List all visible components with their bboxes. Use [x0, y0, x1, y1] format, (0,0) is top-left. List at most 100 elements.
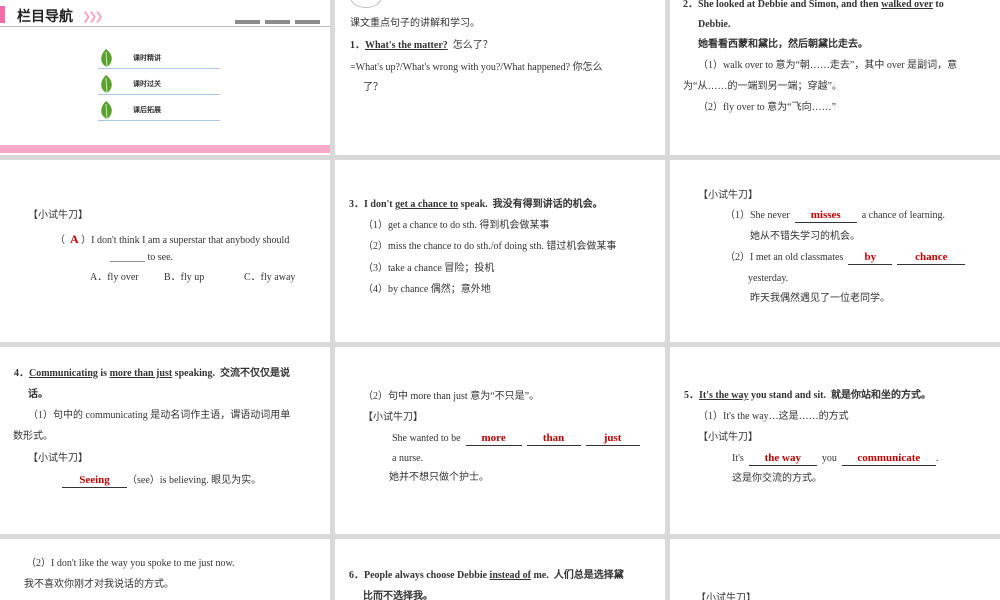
nav-item-lesson[interactable]: 课时精讲 [98, 48, 220, 69]
explanation-line: 为“从……的一端到另一端；穿越”。 [683, 81, 842, 92]
question-blank: _______ [110, 252, 145, 263]
explanation-line: （1）句中的 communicating 是动名词作主语，谓语动词用单 [28, 410, 291, 421]
heading-text: is [100, 368, 108, 379]
slide-sentence-1: 课文重点句子的讲解和学习。 1．What's the matter? 怎么了？ … [335, 0, 665, 155]
question-text: （1）She never [725, 210, 790, 221]
nav-gray-bar [265, 20, 290, 24]
circle-decoration [350, 0, 382, 8]
heading-phrase: It's the way [699, 390, 749, 401]
question-text: It's [732, 453, 744, 464]
heading-phrase: more than just [109, 368, 173, 379]
heading-translation-cont: 比而不选择我。 [363, 591, 433, 600]
answer-blank: chance [897, 251, 966, 265]
practice-label: 【小试牛刀】 [698, 190, 758, 201]
nav-arrows-icon: ❯❯❯ [82, 10, 104, 23]
question-text: a chance of learning. [861, 210, 946, 221]
heading-text: you stand and sit. [750, 390, 826, 401]
question-line: It's the way you communicate. [732, 451, 938, 467]
sentence-heading: 5．It's the way you stand and sit. 就是你站和坐… [684, 388, 931, 404]
explanation-line: （1）It's the way…这是……的方式 [698, 411, 849, 422]
slide-sentence-5-cont: （2）I don't like the way you spoke to me … [0, 539, 330, 600]
heading-text: me. [533, 570, 549, 581]
explanation-line: （1）walk over to 意为“朝……走去”，其中 over 是副词，意 [698, 60, 958, 71]
question-translation: 她从不错失学习的机会。 [750, 231, 860, 242]
question-line: （1）She never misses a chance of learning… [725, 208, 945, 224]
heading-text: She looked at Debbie and Simon, and then [698, 0, 879, 10]
usage-item: （2）miss the chance to do sth./of doing s… [363, 241, 617, 252]
question-translation: 这是你交流的方式。 [732, 473, 822, 484]
slide-practice-2: 【小试牛刀】 （1）She never misses a chance of l… [670, 160, 1000, 342]
practice-label: 【小试牛刀】 [28, 210, 88, 221]
practice-label: 【小试牛刀】 [363, 412, 423, 423]
explanation-line: （2）fly over to 意为“飞向……” [698, 102, 837, 113]
heading-text: to [935, 0, 944, 10]
heading-phrase: instead of [489, 570, 531, 581]
nav-item-label: 课后拓展 [133, 106, 161, 114]
heading-translation-cont: 话。 [28, 389, 48, 400]
answer-blank: just [585, 432, 640, 446]
slide-sentence-5: 5．It's the way you stand and sit. 就是你站和坐… [670, 347, 1000, 534]
heading-number: 5． [684, 390, 699, 401]
heading-translation: 交流不仅仅是说 [219, 368, 290, 379]
explanation-line: （2）I don't like the way you spoke to me … [26, 558, 235, 569]
option-c: C．fly away [244, 272, 296, 283]
practice-label: 【小试牛刀】 [28, 453, 88, 464]
heading-phrase: walked over [881, 0, 933, 10]
question-text: yesterday. [748, 273, 789, 284]
slide-practice-3: 【小试牛刀】 [670, 539, 1000, 600]
nav-accent-bar [0, 6, 5, 23]
nav-gray-bar [235, 20, 260, 24]
practice-label: 【小试牛刀】 [698, 432, 758, 443]
heading-translation: 人们总是选择黛 [553, 570, 624, 581]
sentence-heading-cont: Debbie. [698, 19, 731, 30]
slide-sentence-6: 6．People always choose Debbie instead of… [335, 539, 665, 600]
heading-translation: 我没有得到讲话的机会。 [492, 199, 603, 210]
heading-translation: 怎么了？ [452, 40, 493, 51]
sentence-heading: 3．I don't get a chance to speak. 我没有得到讲话… [349, 197, 603, 213]
explanation-line: （2）句中 more than just 意为“不只是”。 [363, 391, 540, 402]
answer-choice: A [70, 232, 79, 246]
question-line: She wanted to be more than just [392, 431, 640, 447]
slide-sentence-2: 2．She looked at Debbie and Simon, and th… [670, 0, 1000, 155]
usage-item: （3）take a chance 冒险；投机 [363, 263, 495, 274]
intro-text: 课文重点句子的讲解和学习。 [350, 18, 480, 29]
leaf-icon [101, 49, 112, 68]
heading-number: 4． [14, 368, 29, 379]
option-a: A．fly over [90, 272, 139, 283]
heading-number: 6． [349, 570, 364, 581]
answer-blank: communicate [841, 452, 936, 466]
answer-blank: more [465, 432, 522, 446]
heading-phrase: get a chance to [395, 199, 459, 210]
slide-sentence-3: 3．I don't get a chance to speak. 我没有得到讲话… [335, 160, 665, 342]
heading-number: 3． [349, 199, 364, 210]
heading-translation: 就是你站和坐的方式。 [830, 390, 931, 401]
explanation-line: 数形式。 [13, 431, 53, 442]
heading-number: 2． [683, 0, 698, 10]
explanation-line: 了？ [363, 82, 383, 93]
sentence-translation: 她看看西蒙和黛比，然后朝黛比走去。 [698, 39, 868, 50]
answer-blank: Seeing [62, 474, 127, 488]
heading-text: speak. [460, 199, 488, 210]
nav-item-label: 课时过关 [133, 80, 161, 88]
heading-number: 1． [350, 40, 365, 51]
nav-bottom-bar [0, 145, 330, 153]
question-text: （2）I met an old classmates [725, 252, 844, 263]
usage-item: （1）get a chance to do sth. 得到机会做某事 [363, 220, 550, 231]
question-line: （2）I met an old classmates by chance [725, 250, 966, 266]
leaf-icon [101, 75, 112, 94]
heading-text: speaking. [174, 368, 215, 379]
heading-phrase: What's the matter? [365, 40, 448, 51]
paren: ） [81, 235, 92, 246]
nav-item-check[interactable]: 课时过关 [98, 74, 220, 95]
nav-item-extend[interactable]: 课后拓展 [98, 100, 220, 121]
option-b: B．fly up [164, 272, 205, 283]
leaf-icon [101, 101, 112, 120]
heading-phrase: Communicating [29, 368, 98, 379]
sentence-heading: 1．What's the matter? 怎么了？ [350, 38, 493, 54]
question-translation: 昨天我偶然遇见了一位老同学。 [750, 293, 890, 304]
question-line: （ A ）I don't think I am a superstar that… [55, 230, 289, 249]
paren: （ [55, 235, 65, 246]
question-text: to see. [147, 252, 174, 263]
nav-divider [0, 26, 330, 27]
question-text: She wanted to be [392, 433, 461, 444]
